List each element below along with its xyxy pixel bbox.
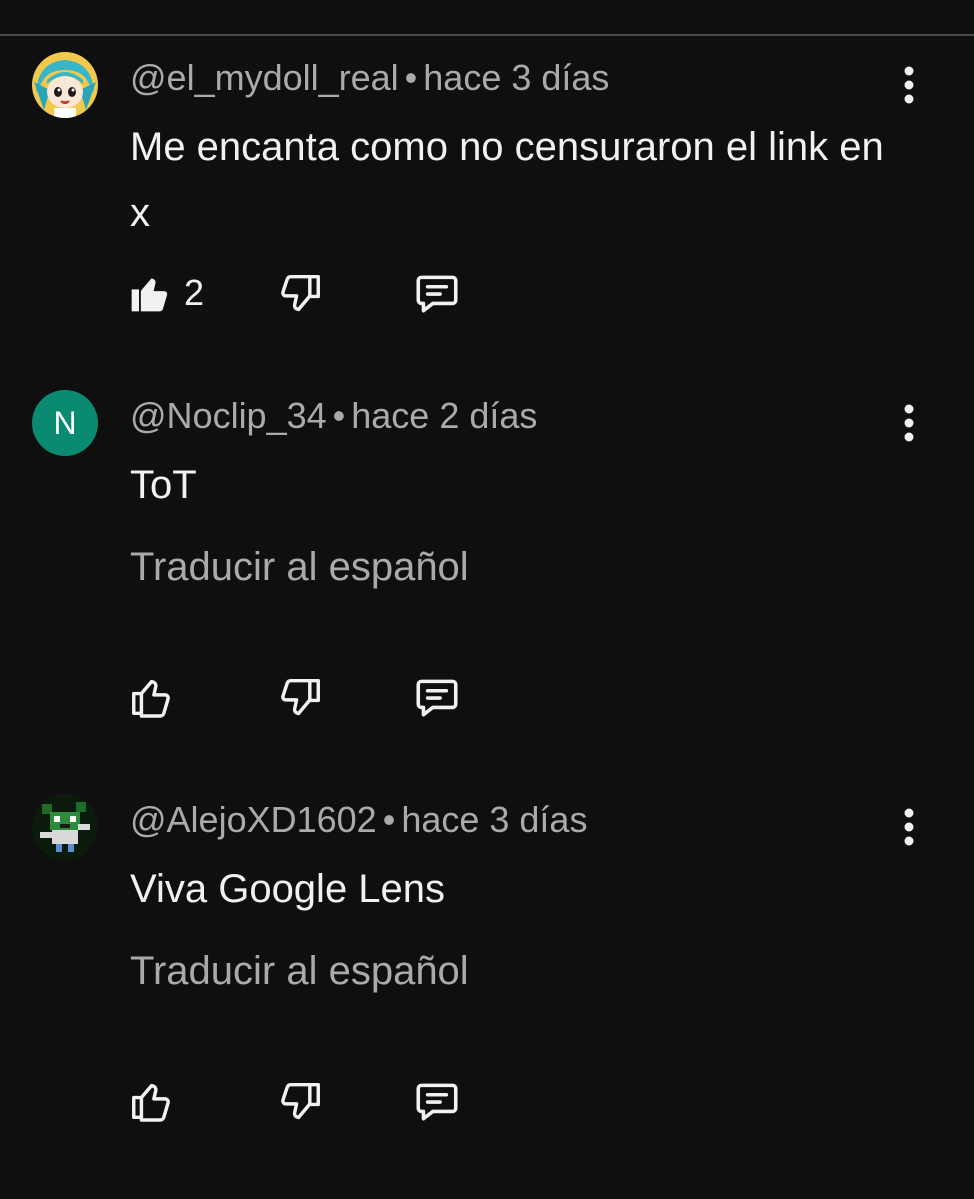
comment-author[interactable]: @el_mydoll_real — [130, 57, 399, 98]
meta-separator: • — [404, 57, 418, 98]
avatar[interactable] — [32, 794, 98, 860]
comment-time: hace 3 días — [401, 799, 588, 840]
comments-page: @el_mydoll_real • hace 3 días Me encanta c… — [0, 0, 974, 1199]
more-vert-icon — [904, 808, 914, 846]
comment-author[interactable]: @Noclip_34 — [130, 395, 327, 436]
top-divider — [0, 34, 974, 36]
dislike-button[interactable] — [278, 1076, 324, 1126]
thumb-down-outline-icon — [281, 1082, 320, 1120]
like-count: 2 — [184, 272, 205, 313]
avatar[interactable] — [32, 52, 98, 118]
like-button[interactable]: 2 — [128, 268, 204, 318]
comment-actions — [128, 672, 528, 722]
translate-link[interactable]: Traducir al español — [130, 946, 469, 996]
comment-author[interactable]: @AlejoXD1602 — [130, 799, 377, 840]
thumb-down-outline-icon — [281, 274, 320, 312]
meta-separator: • — [382, 799, 396, 840]
more-vert-icon — [904, 66, 914, 104]
reply-button[interactable] — [412, 1076, 462, 1126]
dislike-button[interactable] — [278, 268, 324, 318]
more-options-button[interactable] — [890, 402, 928, 446]
dislike-button[interactable] — [278, 672, 324, 722]
thumb-up-filled-icon — [131, 278, 168, 312]
avatar[interactable]: N — [32, 390, 98, 456]
comment-actions: 2 — [128, 268, 528, 318]
comment-text: Viva Google Lens — [130, 867, 446, 911]
like-button[interactable] — [128, 672, 174, 722]
pixel-art-avatar-icon — [32, 794, 98, 860]
reply-button[interactable] — [412, 672, 462, 722]
more-options-button[interactable] — [890, 64, 928, 108]
comment-time: hace 3 días — [423, 57, 610, 98]
like-button[interactable] — [128, 1076, 174, 1126]
thumb-up-outline-icon — [132, 1083, 170, 1122]
comment-meta: @AlejoXD1602 • hace 3 días — [130, 798, 587, 842]
comment-reply-icon — [416, 1083, 458, 1121]
comment-time: hace 2 días — [351, 395, 538, 436]
thumb-down-outline-icon — [281, 678, 320, 716]
avatar-letter: N — [53, 404, 77, 441]
anime-character-avatar-icon — [32, 52, 98, 118]
reply-button[interactable] — [412, 268, 462, 318]
comment-actions — [128, 1076, 528, 1126]
meta-separator: • — [332, 395, 346, 436]
comment-reply-icon — [416, 679, 458, 717]
thumb-up-outline-icon — [132, 679, 170, 718]
more-options-button[interactable] — [890, 806, 928, 850]
comment-text: Me encanta como no censuraron el link en… — [130, 125, 884, 235]
more-vert-icon — [904, 404, 914, 442]
comment-meta: @el_mydoll_real • hace 3 días — [130, 56, 609, 100]
comment-text: ToT — [130, 463, 197, 507]
translate-link[interactable]: Traducir al español — [130, 542, 469, 592]
comment-reply-icon — [416, 275, 458, 313]
comment-meta: @Noclip_34 • hace 2 días — [130, 394, 537, 438]
